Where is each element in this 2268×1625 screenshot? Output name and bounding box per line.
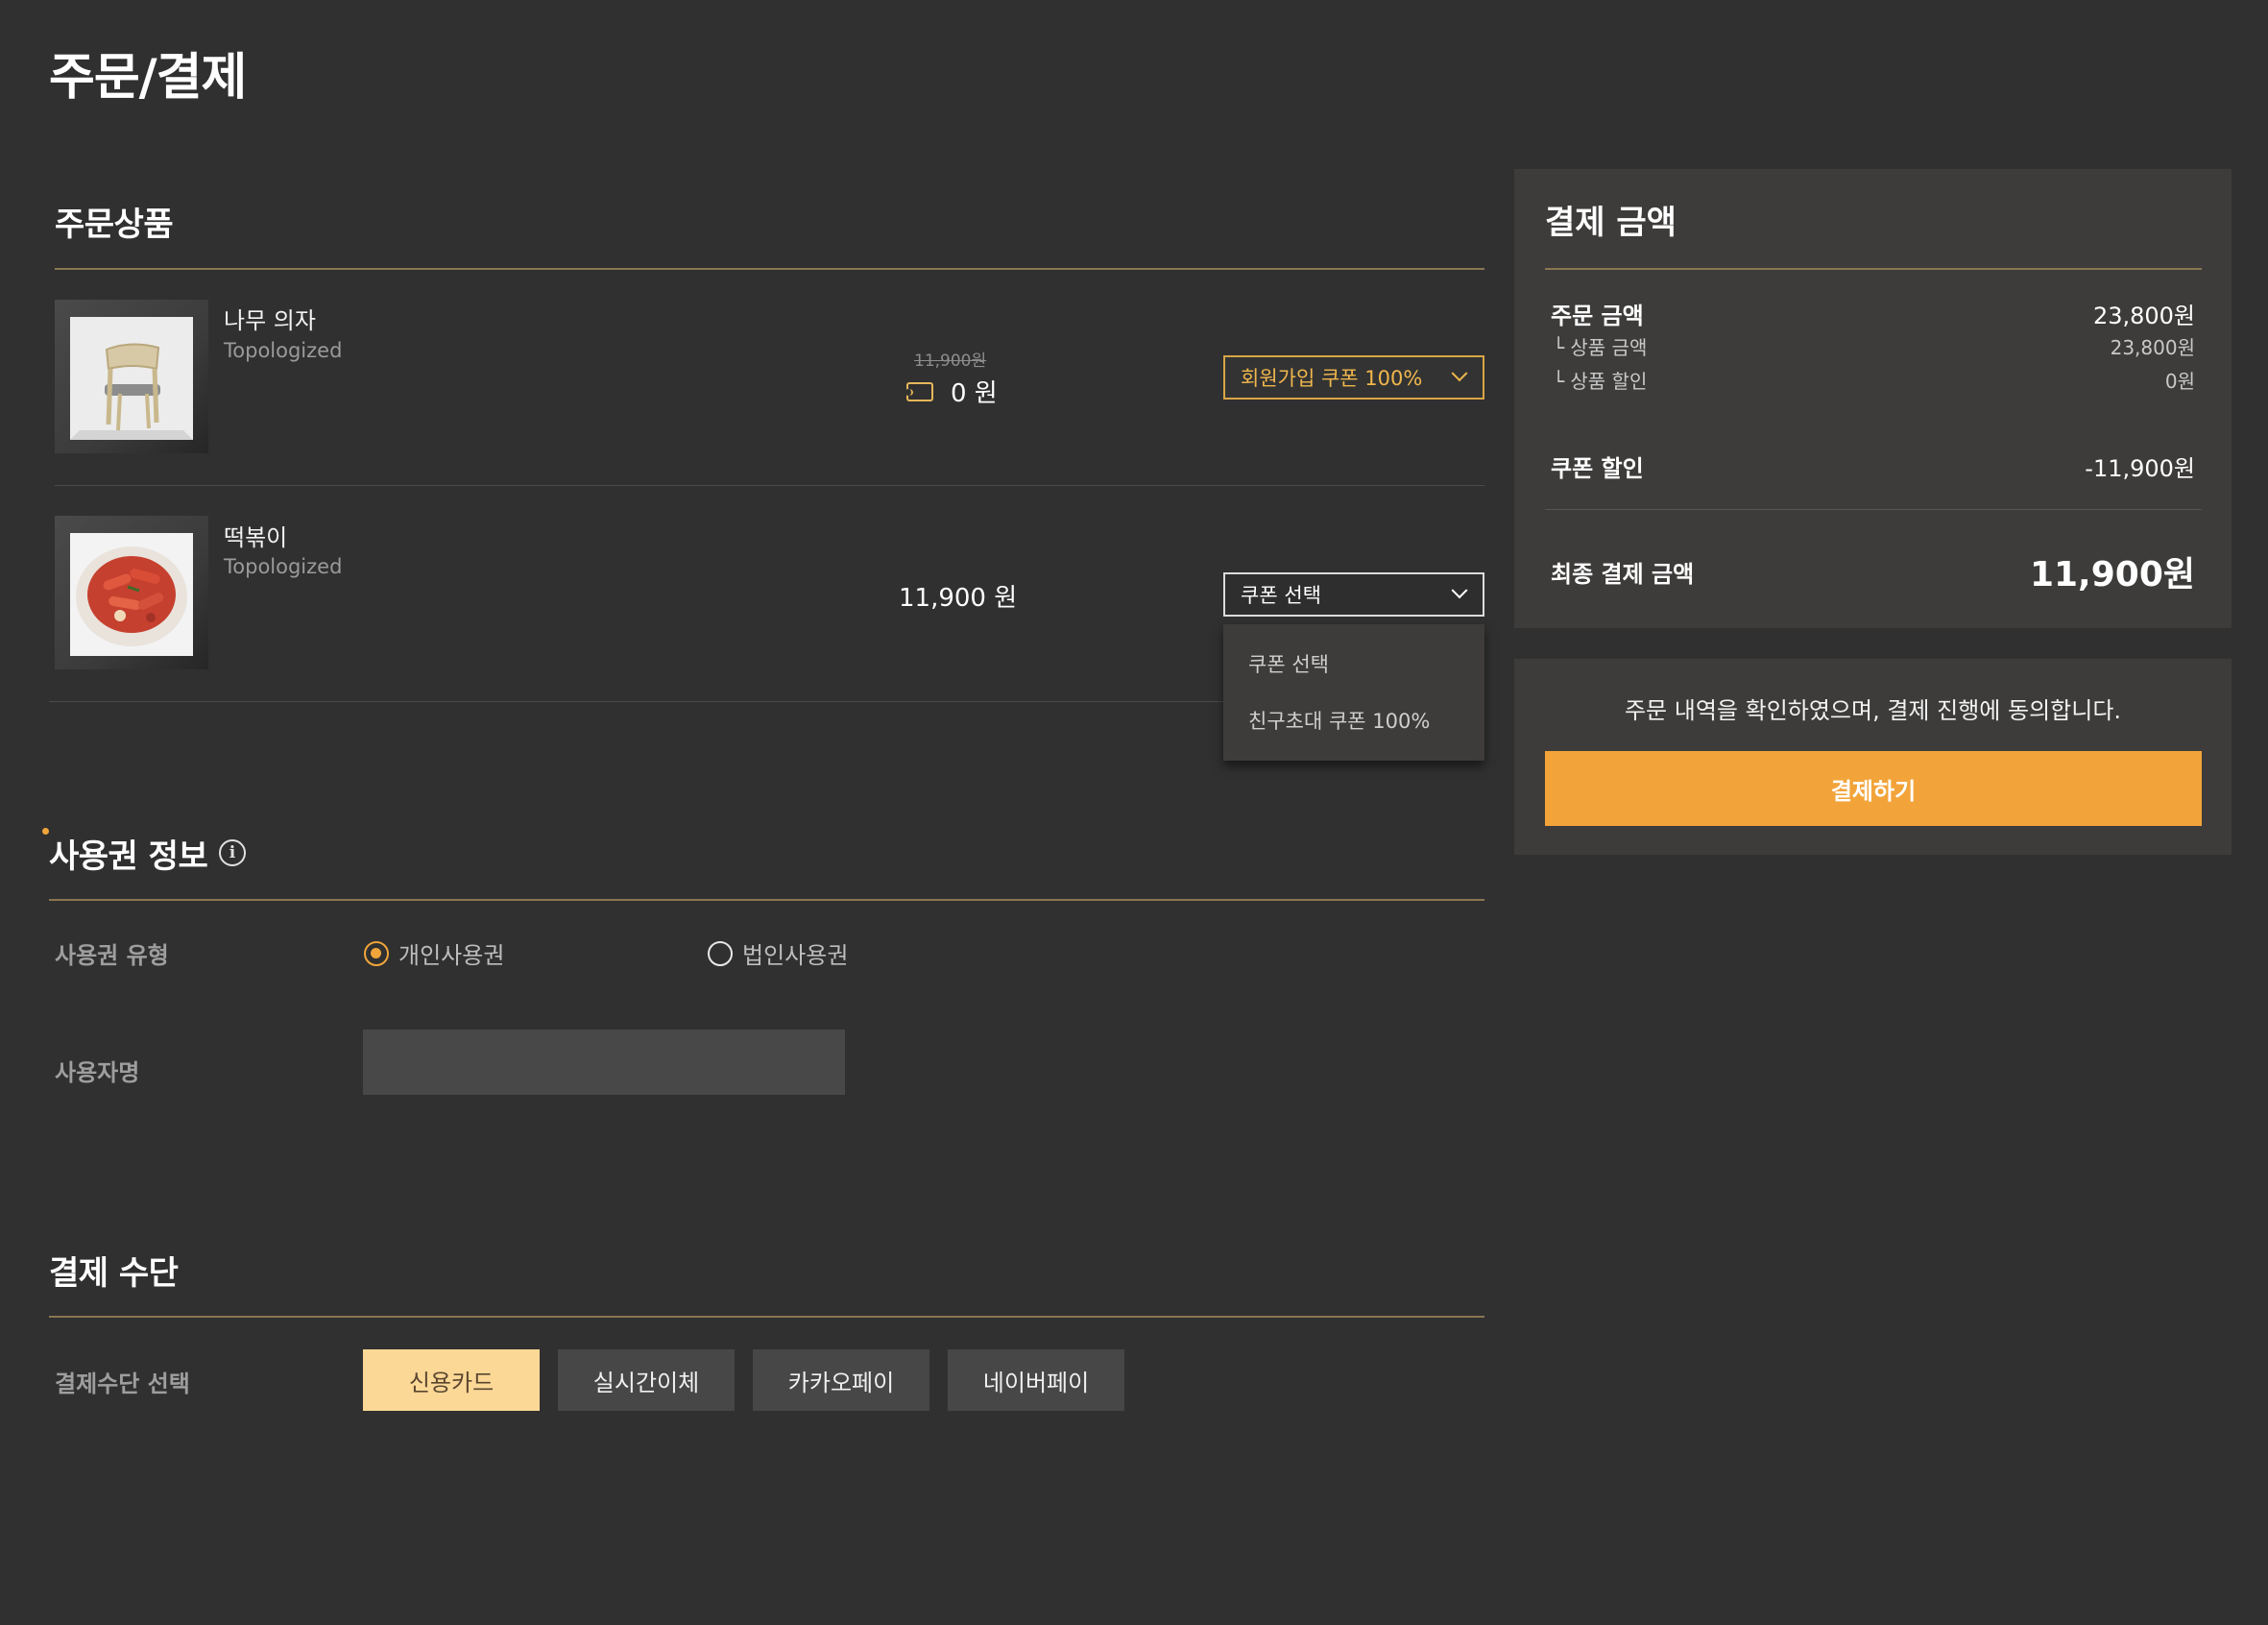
radio-unchecked-icon (708, 940, 733, 966)
coupon-select[interactable]: 쿠폰 선택 (1223, 572, 1484, 617)
product-name: 나무 의자 (224, 307, 316, 334)
product-discount-label: └ 상품 할인 (1553, 370, 1648, 393)
summary-divider-2 (1545, 509, 2202, 510)
page-title: 주문/결제 (49, 49, 247, 107)
tteokbokki-image (70, 533, 193, 656)
agreement-panel: 주문 내역을 확인하였으며, 결제 진행에 동의합니다. 결제하기 (1514, 659, 2232, 855)
product-brand: Topologized (224, 555, 343, 578)
payment-summary-panel: 결제 금액 주문 금액 23,800원 └ 상품 금액 23,800원 └ 상품… (1514, 169, 2232, 628)
license-type-label: 사용권 유형 (55, 942, 169, 969)
item-divider (55, 485, 1484, 486)
pay-method-credit-card[interactable]: 신용카드 (363, 1349, 540, 1411)
product-brand: Topologized (224, 339, 343, 362)
product-price: 11,900 원 (899, 584, 1018, 613)
user-name-input[interactable] (363, 1030, 845, 1095)
product-name: 떡볶이 (224, 524, 288, 551)
final-amount-label: 최종 결제 금액 (1551, 561, 1695, 588)
radio-checked-icon (364, 940, 389, 966)
radio-label: 법인사용권 (742, 942, 849, 969)
radio-personal-license[interactable]: 개인사용권 (364, 936, 504, 970)
final-amount-value: 11,900원 (2029, 555, 2195, 594)
coupon-option[interactable]: 친구초대 쿠폰 100% (1248, 706, 1430, 735)
discounted-price: 0 원 (905, 374, 998, 409)
pay-method-naverpay[interactable]: 네이버페이 (948, 1349, 1124, 1411)
license-title: 사용권 정보 (49, 837, 208, 876)
product-discount-value: 0원 (2164, 370, 2195, 393)
chevron-down-icon (1451, 365, 1468, 382)
license-divider (49, 899, 1484, 901)
item-divider (49, 701, 1223, 702)
product-amount-value: 23,800원 (2110, 336, 2195, 359)
coupon-select-value: 회원가입 쿠폰 100% (1241, 367, 1423, 390)
coupon-icon (905, 381, 933, 401)
chevron-down-icon (1451, 582, 1468, 599)
info-icon[interactable]: i (219, 839, 246, 866)
summary-divider (1545, 268, 2202, 270)
order-items-divider (55, 268, 1484, 270)
radio-label: 개인사용권 (398, 942, 505, 969)
payment-divider (49, 1316, 1484, 1318)
original-price: 11,900원 (914, 352, 987, 371)
discounted-price-value: 0 원 (951, 379, 998, 408)
user-name-label: 사용자명 (55, 1059, 140, 1086)
pay-method-bank-transfer[interactable]: 실시간이체 (558, 1349, 735, 1411)
coupon-discount-value: -11,900원 (2085, 455, 2195, 482)
order-amount-label: 주문 금액 (1551, 303, 1644, 329)
summary-title: 결제 금액 (1545, 204, 1677, 242)
order-amount-value: 23,800원 (2092, 303, 2195, 329)
product-thumbnail-tteokbokki[interactable] (55, 516, 208, 669)
coupon-dropdown-menu: 쿠폰 선택 친구초대 쿠폰 100% (1223, 624, 1484, 761)
chair-image (70, 317, 193, 440)
coupon-select[interactable]: 회원가입 쿠폰 100% (1223, 355, 1484, 400)
order-items-title: 주문상품 (55, 206, 174, 244)
payment-method-title: 결제 수단 (49, 1254, 179, 1293)
agreement-text: 주문 내역을 확인하였으며, 결제 진행에 동의합니다. (1624, 697, 2122, 724)
checkout-button[interactable]: 결제하기 (1545, 751, 2202, 826)
coupon-select-value: 쿠폰 선택 (1241, 584, 1321, 607)
checkout-page: 주문/결제 주문상품 나무 의자 Topologized 11,900원 0 원… (0, 0, 2268, 1625)
product-thumbnail-chair[interactable] (55, 300, 208, 453)
required-marker (42, 828, 49, 835)
pay-method-kakaopay[interactable]: 카카오페이 (753, 1349, 929, 1411)
coupon-discount-label: 쿠폰 할인 (1551, 455, 1644, 482)
radio-corporate-license[interactable]: 법인사용권 (708, 936, 848, 970)
product-amount-label: └ 상품 금액 (1553, 336, 1648, 359)
payment-select-label: 결제수단 선택 (55, 1370, 190, 1397)
coupon-option[interactable]: 쿠폰 선택 (1248, 649, 1329, 678)
